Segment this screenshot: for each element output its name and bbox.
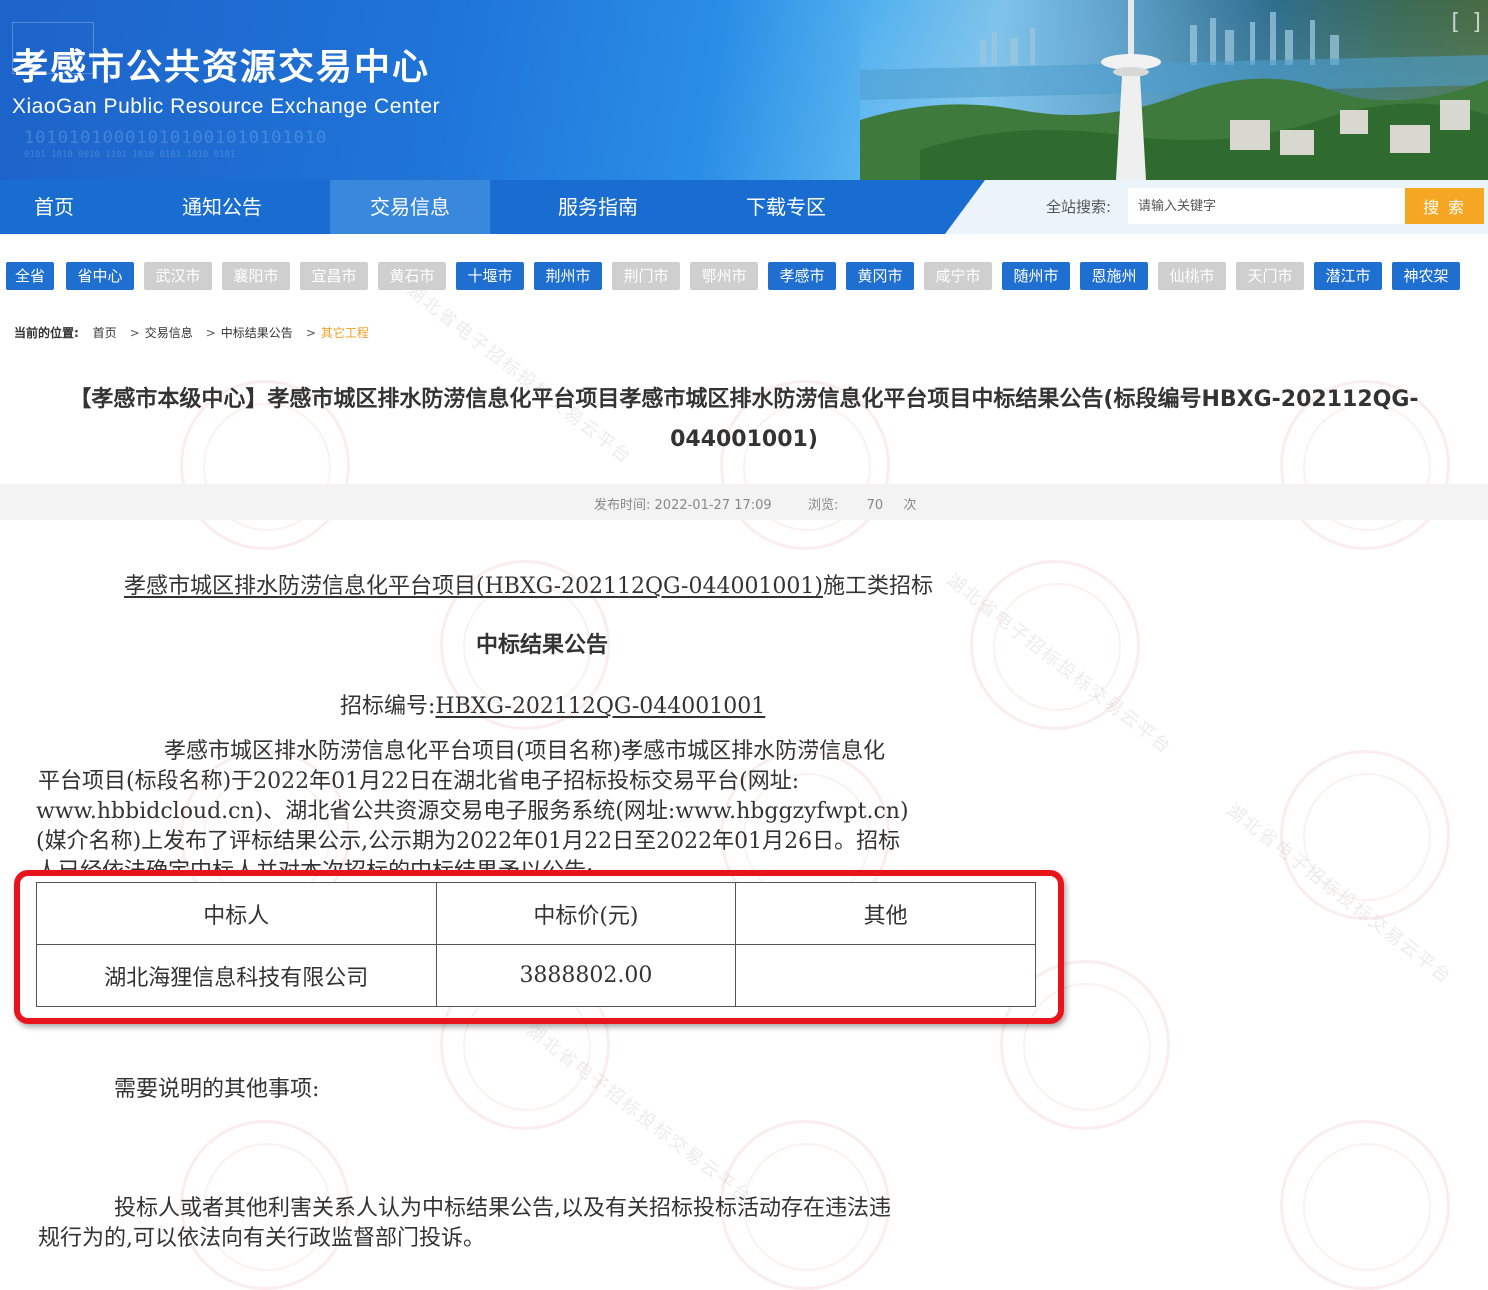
region-tab[interactable]: 武汉市: [144, 262, 212, 290]
winner-name: 湖北海狸信息科技有限公司: [36, 944, 437, 1007]
region-tab[interactable]: 荆州市: [534, 262, 602, 290]
table-row: 湖北海狸信息科技有限公司 3888802.00: [36, 944, 1036, 1007]
breadcrumb-item-trade-info[interactable]: 交易信息: [145, 326, 193, 340]
table-header-row: 中标人 中标价(元) 其他: [36, 882, 1036, 945]
region-tab[interactable]: 黄石市: [378, 262, 446, 290]
region-tab[interactable]: 神农架: [1392, 262, 1460, 290]
views-label: 浏览:: [807, 498, 839, 513]
search-button[interactable]: 搜 索: [1405, 188, 1484, 224]
winning-price: 3888802.00: [435, 944, 737, 1007]
watermark-text: 湖北省电子招标投标交易云平台: [1222, 799, 1456, 989]
watermark-text: 湖北省电子招标投标交易云平台: [522, 1019, 756, 1209]
nav-item-downloads[interactable]: 下载专区: [718, 180, 854, 234]
article-title-line: 044001001): [670, 427, 818, 452]
region-tab[interactable]: 天门市: [1236, 262, 1304, 290]
search-label: 全站搜索:: [1046, 198, 1112, 216]
article-meta: 发布时间: 2022-01-27 17:09 浏览: 70 次: [594, 494, 916, 513]
project-name: 孝感市城区排水防涝信息化平台项目(HBXG-202112QG-044001001…: [124, 574, 824, 599]
breadcrumb-label: 当前的位置:: [14, 326, 79, 340]
region-tab[interactable]: 恩施州: [1080, 262, 1148, 290]
breadcrumb-separator: >: [305, 326, 316, 340]
main-nav: 首页 通知公告 交易信息 服务指南 下载专区 全站搜索: 搜 索: [0, 180, 1488, 234]
paragraph-line: (媒介名称)上发布了评标结果公示,公示期为2022年01月22日至2022年01…: [36, 829, 901, 854]
watermark-text: 湖北省电子招标投标交易云平台: [942, 569, 1176, 759]
site-title-english: XiaoGan Public Resource Exchange Center: [12, 95, 441, 118]
decorative-binary-text: 0101 1010 0010 1101 1010 0101 1010 0101: [24, 150, 236, 160]
search-input[interactable]: [1128, 188, 1406, 224]
decorative-brackets: [ ]: [1448, 10, 1484, 35]
region-tab[interactable]: 宜昌市: [300, 262, 368, 290]
region-tab[interactable]: 随州市: [1002, 262, 1070, 290]
project-heading: 孝感市城区排水防涝信息化平台项目(HBXG-202112QG-044001001…: [124, 568, 933, 600]
bid-number: HBXG-202112QG-044001001: [435, 694, 766, 719]
watermark-seal: [970, 560, 1140, 730]
nav-item-notices[interactable]: 通知公告: [150, 180, 294, 234]
publish-label: 发布时间:: [594, 498, 651, 513]
region-tab[interactable]: 十堰市: [456, 262, 524, 290]
region-tab[interactable]: 仙桃市: [1158, 262, 1226, 290]
other-cell: [735, 944, 1036, 1007]
paragraph-line: 人已经依法确定中标人并对本次招标的中标结果予以公告:: [36, 859, 594, 875]
doc-title: 中标结果公告: [476, 632, 609, 658]
breadcrumb-separator: >: [129, 326, 140, 340]
table-header-cell: 中标人: [36, 882, 437, 945]
decorative-binary-text: 101010100010101001010101010: [24, 128, 328, 148]
site-header: 101010100010101001010101010 0101 1010 00…: [0, 0, 1488, 180]
paragraph-line: 孝感市城区排水防涝信息化平台项目(项目名称)孝感市城区排水防涝信息化: [164, 739, 886, 764]
region-tab[interactable]: 全省: [6, 262, 54, 290]
breadcrumb-current[interactable]: 其它工程: [321, 326, 369, 340]
site-title: 孝感市公共资源交易中心: [12, 47, 431, 88]
region-tab[interactable]: 孝感市: [768, 262, 836, 290]
region-tab[interactable]: 省中心: [66, 262, 134, 290]
result-table: 中标人 中标价(元) 其他 湖北海狸信息科技有限公司 3888802.00: [36, 882, 1036, 1007]
nav-item-trade-info[interactable]: 交易信息: [330, 180, 490, 234]
bid-number-line: 招标编号:HBXG-202112QG-044001001: [340, 688, 765, 720]
region-tab[interactable]: 荆门市: [612, 262, 680, 290]
table-header-cell: 中标价(元): [435, 882, 737, 945]
breadcrumb-item-home[interactable]: 首页: [93, 326, 117, 340]
paragraph-line: 平台项目(标段名称)于2022年01月22日在湖北省电子招标投标交易平台(网址:: [38, 769, 800, 794]
paragraph-line: 投标人或者其他利害关系人认为中标结果公告,以及有关招标投标活动存在违法违: [114, 1196, 891, 1221]
breadcrumb: 当前的位置: 首页 > 交易信息 > 中标结果公告 > 其它工程: [14, 324, 373, 341]
table-header-cell: 其他: [735, 882, 1036, 945]
breadcrumb-item-results[interactable]: 中标结果公告: [221, 326, 293, 340]
region-tabs: 全省 省中心 武汉市 襄阳市 宜昌市 黄石市 十堰市 荆州市 荆门市 鄂州市 孝感市 黄冈市 咸宁市 随州…: [0, 234, 1488, 316]
nav-item-service-guide[interactable]: 服务指南: [530, 180, 666, 234]
watermark-seal: [1280, 1120, 1450, 1290]
city-skyline-image: [860, 0, 1488, 180]
region-tab[interactable]: 潜江市: [1314, 262, 1382, 290]
publish-time: 2022-01-27 17:09: [654, 498, 772, 513]
views-unit: 次: [903, 498, 917, 513]
region-tab[interactable]: 鄂州市: [690, 262, 758, 290]
paragraph-line: 规行为的,可以依法向有关行政监督部门投诉。: [38, 1226, 485, 1251]
nav-item-home[interactable]: 首页: [0, 180, 108, 234]
region-tab[interactable]: 襄阳市: [222, 262, 290, 290]
breadcrumb-separator: >: [205, 326, 216, 340]
project-suffix: 施工类招标: [823, 574, 934, 599]
article-title-line: 【孝感市本级中心】孝感市城区排水防涝信息化平台项目孝感市城区排水防涝信息化平台项…: [69, 387, 1419, 412]
region-tab[interactable]: 咸宁市: [924, 262, 992, 290]
watermark-seal: [1280, 750, 1450, 920]
paragraph-line: www.hbbidcloud.cn)、湖北省公共资源交易电子服务系统(网址:ww…: [36, 799, 909, 824]
other-matters: 需要说明的其他事项:: [114, 1077, 320, 1102]
region-tab[interactable]: 黄冈市: [846, 262, 914, 290]
article-title: 【孝感市本级中心】孝感市城区排水防涝信息化平台项目孝感市城区排水防涝信息化平台项…: [10, 380, 1478, 460]
bid-number-label: 招标编号:: [340, 694, 436, 719]
views-count: 70: [866, 498, 884, 513]
